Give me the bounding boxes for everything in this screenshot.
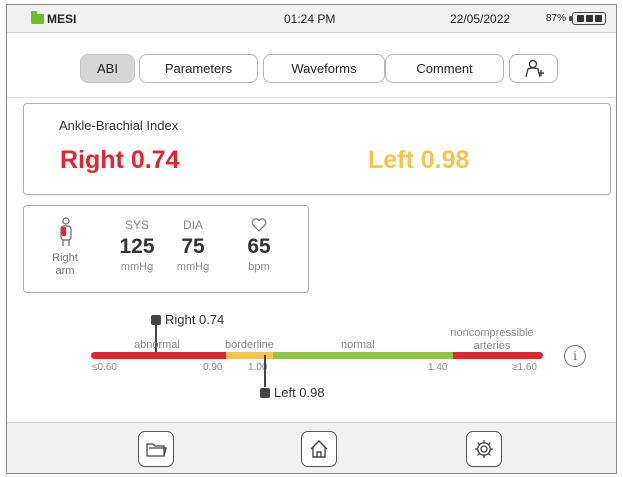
abi-scale: Right 0.74 abnormal borderline normal no… [7, 305, 616, 415]
dia-value: 75 [181, 235, 205, 258]
tick-label: 0.90 [203, 362, 223, 373]
heart-icon [251, 218, 267, 232]
zone-normal-label: normal [341, 339, 375, 351]
abi-title: Ankle-Brachial Index [59, 118, 179, 133]
info-icon: i [573, 349, 577, 363]
tab-parameters[interactable]: Parameters [139, 54, 258, 83]
status-time: 01:24 PM [284, 12, 336, 26]
mesi-logo-icon [31, 11, 44, 24]
heart-rate-column: 65 bpm [237, 218, 281, 273]
status-bar: MESI 01:24 PM 22/05/2022 87% [7, 5, 616, 33]
info-button[interactable]: i [564, 345, 586, 367]
add-patient-button[interactable] [509, 54, 558, 83]
settings-button[interactable] [466, 431, 502, 467]
abi-left-value: Left 0.98 [368, 146, 470, 174]
scale-bar-abnormal [91, 352, 226, 359]
right-abi-marker: Right 0.74 [151, 312, 224, 327]
systolic-column: SYS 125 mmHg [112, 218, 162, 273]
status-date: 22/05/2022 [450, 12, 511, 26]
bottom-nav-bar [7, 422, 616, 473]
dia-label: DIA [182, 218, 203, 232]
arm-location-label: Right arm [52, 252, 78, 277]
home-button[interactable] [301, 431, 337, 467]
left-marker-line [264, 355, 266, 387]
left-abi-marker: Left 0.98 [260, 385, 325, 400]
tab-comment[interactable]: Comment [385, 54, 504, 83]
heart-rate-unit: bpm [248, 261, 270, 273]
right-marker-label: Right 0.74 [165, 312, 225, 327]
sys-label: SYS [124, 218, 149, 232]
scale-bar-normal [273, 352, 453, 359]
scale-bar-noncompressible [453, 352, 543, 359]
folder-icon [146, 443, 167, 457]
arm-cuff-icon [60, 217, 72, 246]
zone-borderline-label: borderline [225, 339, 274, 351]
dia-unit: mmHg [176, 261, 210, 273]
files-button[interactable] [138, 431, 174, 467]
zone-abnormal-label: abnormal [134, 339, 180, 351]
heart-rate-value: 65 [247, 235, 271, 258]
abi-result-card: Ankle-Brachial Index Right 0.74 Left 0.9… [23, 103, 611, 195]
tab-bar: ABI Parameters Waveforms Comment [7, 34, 616, 98]
sys-value: 125 [119, 235, 155, 258]
add-user-icon [524, 59, 544, 77]
left-marker-label: Left 0.98 [274, 385, 325, 400]
zone-noncompressible-label: noncompressible arteries [450, 327, 534, 352]
settings-gear-icon [475, 440, 493, 458]
brand-name: MESI [47, 12, 77, 26]
abi-right-value: Right 0.74 [60, 146, 180, 174]
tick-label: 1.40 [428, 362, 448, 373]
battery-icon [569, 12, 606, 25]
brand-logo: MESI [31, 11, 77, 26]
home-icon [310, 440, 328, 458]
device-screen: MESI 01:24 PM 22/05/2022 87% ABI Paramet… [6, 4, 617, 474]
diastolic-column: DIA 75 mmHg [171, 218, 215, 273]
tab-abi[interactable]: ABI [80, 54, 135, 83]
tick-label: ≥1.60 [512, 362, 537, 373]
tab-waveforms[interactable]: Waveforms [263, 54, 385, 83]
tick-label: ≤0.60 [92, 362, 117, 373]
sys-unit: mmHg [120, 261, 154, 273]
battery-percent: 87% [546, 13, 567, 24]
arm-measurement-card: Right arm SYS 125 mmHg DIA 75 mmHg 65 bp… [23, 205, 309, 293]
marker-dot [260, 387, 270, 398]
